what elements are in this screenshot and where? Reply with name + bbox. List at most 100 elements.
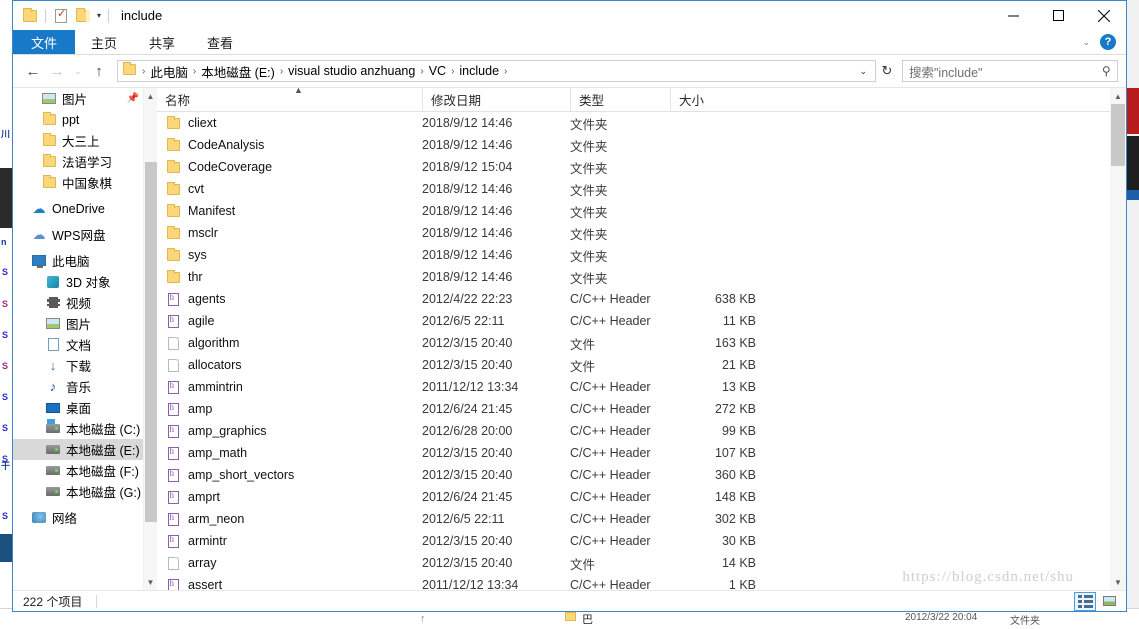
breadcrumb-item-drive-e[interactable]: 本地磁盘 (E:) (198, 62, 278, 81)
breadcrumb-item-this-pc[interactable]: 此电脑 (147, 62, 191, 81)
table-row[interactable]: msclr2018/9/12 14:46文件夹 (157, 222, 1126, 244)
search-input[interactable]: 搜索"include" ⚲ (902, 60, 1118, 82)
forward-button[interactable]: → (45, 59, 69, 83)
file-name-cell: amp_short_vectors (157, 468, 422, 482)
folder-icon[interactable] (19, 5, 41, 27)
table-row[interactable]: CodeCoverage2018/9/12 15:04文件夹 (157, 156, 1126, 178)
column-header-date-modified[interactable]: 修改日期 (422, 88, 570, 112)
new-folder-icon[interactable] (72, 5, 94, 27)
scroll-up-icon[interactable]: ▲ (144, 88, 157, 104)
file-name-cell: amp_math (157, 446, 422, 460)
navigation-pane-scrollbar[interactable]: ▲ ▼ (143, 88, 157, 590)
table-row[interactable]: agile2012/6/5 22:11C/C++ Header11 KB (157, 310, 1126, 332)
file-date-cell: 2012/6/5 22:11 (422, 314, 570, 328)
file-type-cell: 文件夹 (570, 246, 670, 265)
column-header-size[interactable]: 大小 (670, 88, 770, 112)
table-row[interactable]: CodeAnalysis2018/9/12 14:46文件夹 (157, 134, 1126, 156)
file-size-cell: 638 KB (670, 292, 770, 306)
breadcrumb-separator[interactable]: › (278, 66, 285, 77)
sidebar-item-music[interactable]: ♪ 音乐 (13, 376, 143, 397)
file-name-cell: amp (157, 402, 422, 416)
table-row[interactable]: agents2012/4/22 22:23C/C++ Header638 KB (157, 288, 1126, 310)
search-icon[interactable]: ⚲ (1102, 64, 1111, 78)
table-row[interactable]: amp_short_vectors2012/3/15 20:40C/C++ He… (157, 464, 1126, 486)
breadcrumb-separator[interactable]: › (449, 66, 456, 77)
table-row[interactable]: ammintrin2011/12/12 13:34C/C++ Header13 … (157, 376, 1126, 398)
scrollbar-thumb[interactable] (145, 162, 157, 522)
sidebar-item-downloads[interactable]: ↓ 下载 (13, 355, 143, 376)
chevron-down-icon[interactable]: ⌄ (1082, 37, 1090, 48)
close-button[interactable] (1081, 1, 1126, 30)
details-view-icon[interactable] (1074, 592, 1096, 611)
sidebar-item-drive-e[interactable]: 本地磁盘 (E:) (13, 439, 143, 460)
sidebar-item-pictures-quick[interactable]: 图片 📌 (13, 88, 143, 109)
tab-file[interactable]: 文件 (13, 30, 75, 54)
sidebar-item-desktop[interactable]: 桌面 (13, 397, 143, 418)
breadcrumb-item-vs-anzhuang[interactable]: visual studio anzhuang (285, 64, 418, 78)
column-header-name[interactable]: 名称 ▲ (157, 88, 422, 112)
tab-view[interactable]: 查看 (191, 30, 249, 54)
pin-icon[interactable]: 📌 (127, 93, 139, 104)
sidebar-item-pictures[interactable]: 图片 (13, 313, 143, 334)
breadcrumb[interactable]: › 此电脑 › 本地磁盘 (E:) › visual studio anzhua… (117, 60, 876, 82)
scrollbar-track[interactable] (1110, 104, 1126, 574)
sidebar-item-ppt[interactable]: ppt (13, 109, 143, 130)
breadcrumb-separator[interactable]: › (502, 66, 509, 77)
chevron-down-icon[interactable]: ⌄ (853, 66, 873, 77)
sidebar-item-this-pc[interactable]: 此电脑 (13, 250, 143, 271)
back-button[interactable]: ← (21, 59, 45, 83)
table-row[interactable]: amp2012/6/24 21:45C/C++ Header272 KB (157, 398, 1126, 420)
breadcrumb-item-vc[interactable]: VC (426, 64, 449, 78)
sidebar-item-label: 图片 (62, 89, 87, 108)
scroll-down-icon[interactable]: ▼ (1110, 574, 1126, 590)
thumbnail-view-icon[interactable] (1098, 592, 1120, 611)
scrollbar-track[interactable] (144, 104, 157, 574)
chevron-down-icon[interactable]: ▾ (94, 11, 104, 20)
sidebar-item-videos[interactable]: 视频 (13, 292, 143, 313)
breadcrumb-separator[interactable]: › (418, 66, 425, 77)
help-icon[interactable]: ? (1100, 34, 1116, 50)
table-row[interactable]: allocators2012/3/15 20:40文件21 KB (157, 354, 1126, 376)
table-row[interactable]: sys2018/9/12 14:46文件夹 (157, 244, 1126, 266)
recent-locations-icon[interactable]: ⌄ (69, 59, 87, 83)
sidebar-item-wps-cloud[interactable]: ☁ WPS网盘 (13, 224, 143, 245)
breadcrumb-item-include[interactable]: include (456, 64, 502, 78)
sidebar-item-chinese-chess[interactable]: 中国象棋 (13, 172, 143, 193)
file-list-scrollbar[interactable]: ▲ ▼ (1110, 88, 1126, 590)
table-row[interactable]: amp_math2012/3/15 20:40C/C++ Header107 K… (157, 442, 1126, 464)
sidebar-item-3d-objects[interactable]: 3D 对象 (13, 271, 143, 292)
file-name-cell: msclr (157, 226, 422, 240)
table-row[interactable]: thr2018/9/12 14:46文件夹 (157, 266, 1126, 288)
table-row[interactable]: cvt2018/9/12 14:46文件夹 (157, 178, 1126, 200)
tab-share[interactable]: 共享 (133, 30, 191, 54)
sidebar-item-drive-f[interactable]: 本地磁盘 (F:) (13, 460, 143, 481)
properties-sheet-icon[interactable] (50, 5, 72, 27)
sidebar-item-daisanshang[interactable]: 大三上 (13, 130, 143, 151)
table-row[interactable]: Manifest2018/9/12 14:46文件夹 (157, 200, 1126, 222)
sidebar-item-network[interactable]: 网络 (13, 507, 143, 528)
column-header-type[interactable]: 类型 (570, 88, 670, 112)
table-row[interactable]: cliext2018/9/12 14:46文件夹 (157, 112, 1126, 134)
maximize-button[interactable] (1036, 1, 1081, 30)
table-row[interactable]: arm_neon2012/6/5 22:11C/C++ Header302 KB (157, 508, 1126, 530)
table-row[interactable]: amprt2012/6/24 21:45C/C++ Header148 KB (157, 486, 1126, 508)
refresh-button[interactable]: ↻ (876, 63, 898, 79)
scroll-down-icon[interactable]: ▼ (144, 574, 157, 590)
table-row[interactable]: amp_graphics2012/6/28 20:00C/C++ Header9… (157, 420, 1126, 442)
file-name-cell: CodeAnalysis (157, 138, 422, 152)
table-row[interactable]: algorithm2012/3/15 20:40文件163 KB (157, 332, 1126, 354)
file-name-cell: allocators (157, 358, 422, 372)
breadcrumb-separator[interactable]: › (191, 66, 198, 77)
table-row[interactable]: armintr2012/3/15 20:40C/C++ Header30 KB (157, 530, 1126, 552)
sidebar-item-drive-c[interactable]: 本地磁盘 (C:) (13, 418, 143, 439)
file-size-cell: 107 KB (670, 446, 770, 460)
minimize-button[interactable] (991, 1, 1036, 30)
sidebar-item-documents[interactable]: 文档 (13, 334, 143, 355)
sidebar-item-onedrive[interactable]: ☁ OneDrive (13, 198, 143, 219)
sidebar-item-drive-g[interactable]: 本地磁盘 (G:) (13, 481, 143, 502)
sidebar-item-french-study[interactable]: 法语学习 (13, 151, 143, 172)
scroll-up-icon[interactable]: ▲ (1110, 88, 1126, 104)
tab-home[interactable]: 主页 (75, 30, 133, 54)
up-button[interactable]: ↑ (87, 59, 111, 83)
scrollbar-thumb[interactable] (1111, 104, 1125, 166)
